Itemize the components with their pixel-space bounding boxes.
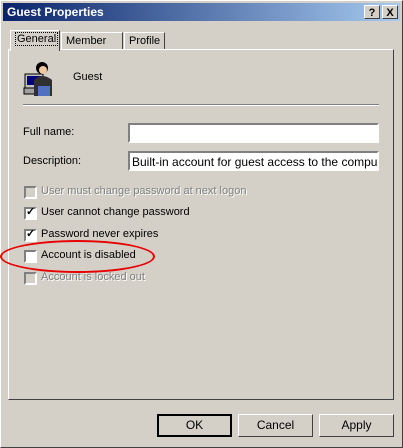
title-bar[interactable]: Guest Properties ? X [3,3,400,21]
tab-general[interactable]: General [10,30,60,51]
help-button[interactable]: ? [364,5,380,19]
tab-member-of[interactable]: Member Of [61,32,123,64]
password-never-expires-label: Password never expires [41,228,159,240]
account-locked-out-checkbox[interactable] [24,272,37,285]
header-separator [23,104,379,106]
red-annotation-ellipse [0,240,155,273]
must-change-password-label: User must change password at next logon [41,185,247,197]
username-label: Guest [73,71,103,83]
window-title: Guest Properties [7,5,104,19]
close-button[interactable]: X [382,5,398,19]
close-icon: X [386,7,394,19]
general-tab-panel [8,49,394,400]
ok-button[interactable]: OK [157,414,232,437]
full-name-label: Full name: [23,126,75,138]
description-input[interactable]: Built-in account for guest access to the… [128,151,379,171]
full-name-input[interactable] [128,123,379,143]
cannot-change-password-checkbox[interactable]: ✓ [24,206,37,220]
description-label: Description: [23,155,82,167]
account-locked-out-label: Account is locked out [41,271,145,283]
cancel-button[interactable]: Cancel [238,414,313,437]
tab-profile[interactable]: Profile [124,32,165,50]
cannot-change-password-label: User cannot change password [41,206,190,218]
tab-profile-label: Profile [129,35,161,47]
tab-general-label: General [15,32,59,46]
help-icon: ? [368,7,376,19]
checkmark-icon: ✓ [26,206,36,218]
must-change-password-checkbox[interactable] [24,186,37,199]
apply-button[interactable]: Apply [319,414,394,437]
checkmark-icon: ✓ [26,228,36,240]
password-never-expires-checkbox[interactable]: ✓ [24,228,37,242]
user-account-icon [22,60,56,98]
